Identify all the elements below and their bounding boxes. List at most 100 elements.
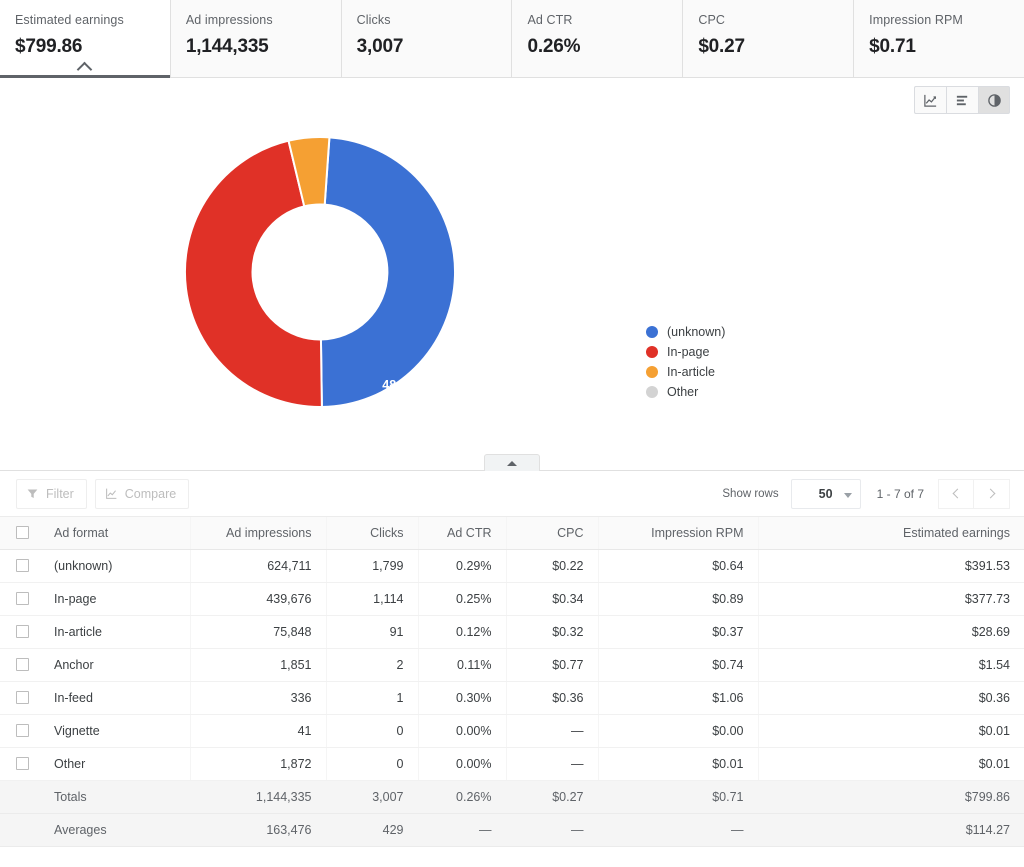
cell-clicks: 1,799 bbox=[326, 549, 419, 583]
cell-ad-impressions: 41 bbox=[190, 714, 327, 748]
legend-item-unknown[interactable]: (unknown) bbox=[646, 322, 725, 342]
collapse-chart-handle[interactable] bbox=[484, 454, 540, 471]
cell-ad-impressions: 1,851 bbox=[190, 648, 327, 682]
legend-color-swatch-unknown bbox=[646, 326, 658, 338]
column-header-impression-rpm[interactable]: Impression RPM bbox=[598, 517, 759, 550]
metric-card-ad-ctr[interactable]: Ad CTR 0.26% bbox=[512, 0, 684, 77]
legend-item-other[interactable]: Other bbox=[646, 382, 725, 402]
totals-estimated-earnings: $799.86 bbox=[758, 780, 1024, 814]
report-table: Ad format Ad impressions Clicks Ad CTR C… bbox=[0, 517, 1024, 847]
cell-ad-format: In-article bbox=[40, 615, 191, 649]
cell-ad-format: (unknown) bbox=[40, 549, 191, 583]
totals-clicks: 3,007 bbox=[326, 780, 419, 814]
legend-item-in-page[interactable]: In-page bbox=[646, 342, 725, 362]
legend-label: In-page bbox=[667, 345, 710, 359]
cell-ad-format: Vignette bbox=[40, 714, 191, 748]
cell-cpc: $0.77 bbox=[506, 648, 599, 682]
cell-ad-impressions: 624,711 bbox=[190, 549, 327, 583]
metric-card-clicks[interactable]: Clicks 3,007 bbox=[341, 0, 513, 77]
metric-card-ad-impressions[interactable]: Ad impressions 1,144,335 bbox=[170, 0, 342, 77]
table-header-row: Ad format Ad impressions Clicks Ad CTR C… bbox=[0, 517, 1024, 550]
filter-label: Filter bbox=[46, 486, 74, 501]
compare-button[interactable]: Compare bbox=[94, 478, 190, 509]
averages-cpc: — bbox=[506, 813, 599, 847]
cell-impression-rpm: $0.01 bbox=[598, 747, 759, 781]
table-row[interactable]: Other 1,872 0 0.00% — $0.01 $0.01 bbox=[0, 747, 1024, 781]
table-row[interactable]: In-feed 336 1 0.30% $0.36 $1.06 $0.36 bbox=[0, 681, 1024, 715]
donut-chart: 48.9% 47.2% bbox=[0, 102, 640, 442]
row-checkbox[interactable] bbox=[16, 559, 29, 572]
row-checkbox[interactable] bbox=[16, 724, 29, 737]
averages-ad-impressions: 163,476 bbox=[190, 813, 327, 847]
totals-impression-rpm: $0.71 bbox=[598, 780, 759, 814]
rows-per-page-select[interactable]: 50 bbox=[790, 478, 861, 509]
filter-button[interactable]: Filter bbox=[16, 478, 87, 509]
cell-impression-rpm: $1.06 bbox=[598, 681, 759, 715]
metric-value: 3,007 bbox=[356, 36, 404, 57]
column-header-cpc[interactable]: CPC bbox=[506, 517, 599, 550]
metric-label: Estimated earnings bbox=[15, 13, 124, 27]
metric-card-cpc[interactable]: CPC $0.27 bbox=[683, 0, 855, 77]
row-select-cell bbox=[0, 582, 40, 616]
table-row[interactable]: (unknown) 624,711 1,799 0.29% $0.22 $0.6… bbox=[0, 549, 1024, 583]
table-totals-row: Totals 1,144,335 3,007 0.26% $0.27 $0.71… bbox=[0, 780, 1024, 814]
column-header-clicks[interactable]: Clicks bbox=[326, 517, 419, 550]
cell-ad-ctr: 0.11% bbox=[418, 648, 507, 682]
chart-legend: (unknown) In-page In-article Other bbox=[646, 322, 725, 402]
table-head: Ad format Ad impressions Clicks Ad CTR C… bbox=[0, 517, 1024, 550]
column-header-ad-ctr[interactable]: Ad CTR bbox=[418, 517, 507, 550]
cell-impression-rpm: $0.64 bbox=[598, 549, 759, 583]
table-row[interactable]: Vignette 41 0 0.00% — $0.00 $0.01 bbox=[0, 714, 1024, 748]
column-header-ad-format[interactable]: Ad format bbox=[40, 517, 191, 550]
cell-ad-ctr: 0.29% bbox=[418, 549, 507, 583]
cell-ad-impressions: 75,848 bbox=[190, 615, 327, 649]
donut-label-unknown: 48.9% bbox=[382, 378, 417, 392]
metric-value: $0.71 bbox=[869, 36, 916, 57]
table-body: (unknown) 624,711 1,799 0.29% $0.22 $0.6… bbox=[0, 549, 1024, 847]
table-row[interactable]: Anchor 1,851 2 0.11% $0.77 $0.74 $1.54 bbox=[0, 648, 1024, 682]
row-select-cell bbox=[0, 615, 40, 649]
row-checkbox[interactable] bbox=[16, 691, 29, 704]
table-row[interactable]: In-page 439,676 1,114 0.25% $0.34 $0.89 … bbox=[0, 582, 1024, 616]
row-checkbox[interactable] bbox=[16, 757, 29, 770]
cell-cpc: $0.36 bbox=[506, 681, 599, 715]
cell-cpc: $0.34 bbox=[506, 582, 599, 616]
metric-card-estimated-earnings[interactable]: Estimated earnings $799.86 bbox=[0, 0, 171, 78]
cell-ad-ctr: 0.25% bbox=[418, 582, 507, 616]
cell-ad-ctr: 0.30% bbox=[418, 681, 507, 715]
select-all-header bbox=[0, 517, 40, 550]
line-chart-view-button[interactable] bbox=[914, 86, 946, 114]
select-all-checkbox[interactable] bbox=[16, 526, 29, 540]
cell-ad-format: Other bbox=[40, 747, 191, 781]
row-checkbox[interactable] bbox=[16, 658, 29, 671]
cell-cpc: $0.32 bbox=[506, 615, 599, 649]
filter-icon bbox=[26, 487, 46, 500]
cell-ad-impressions: 1,872 bbox=[190, 747, 327, 781]
metric-card-impression-rpm[interactable]: Impression RPM $0.71 bbox=[854, 0, 1024, 77]
row-checkbox[interactable] bbox=[16, 592, 29, 605]
cell-impression-rpm: $0.00 bbox=[598, 714, 759, 748]
donut-slice-unknown[interactable] bbox=[319, 136, 457, 409]
column-header-ad-impressions[interactable]: Ad impressions bbox=[190, 517, 327, 550]
column-header-estimated-earnings[interactable]: Estimated earnings bbox=[758, 517, 1024, 550]
totals-ad-ctr: 0.26% bbox=[418, 780, 507, 814]
table-row[interactable]: In-article 75,848 91 0.12% $0.32 $0.37 $… bbox=[0, 615, 1024, 649]
report-table-panel: Filter Compare Show rows 50 1 - 7 of 7 A… bbox=[0, 470, 1024, 847]
row-checkbox[interactable] bbox=[16, 625, 29, 638]
compare-label: Compare bbox=[124, 486, 177, 501]
next-page-button[interactable] bbox=[974, 478, 1010, 509]
legend-item-in-article[interactable]: In-article bbox=[646, 362, 725, 382]
pie-chart-view-button[interactable] bbox=[978, 86, 1010, 114]
cell-ad-ctr: 0.12% bbox=[418, 615, 507, 649]
totals-spacer-cell bbox=[0, 780, 40, 814]
averages-spacer-cell bbox=[0, 813, 40, 847]
table-averages-row: Averages 163,476 429 — — — $114.27 bbox=[0, 813, 1024, 847]
cell-ad-ctr: 0.00% bbox=[418, 747, 507, 781]
cell-clicks: 2 bbox=[326, 648, 419, 682]
compare-icon bbox=[105, 487, 125, 500]
bar-chart-view-button[interactable] bbox=[946, 86, 978, 114]
cell-impression-rpm: $0.37 bbox=[598, 615, 759, 649]
averages-clicks: 429 bbox=[326, 813, 419, 847]
previous-page-button[interactable] bbox=[938, 478, 974, 509]
averages-ad-ctr: — bbox=[418, 813, 507, 847]
